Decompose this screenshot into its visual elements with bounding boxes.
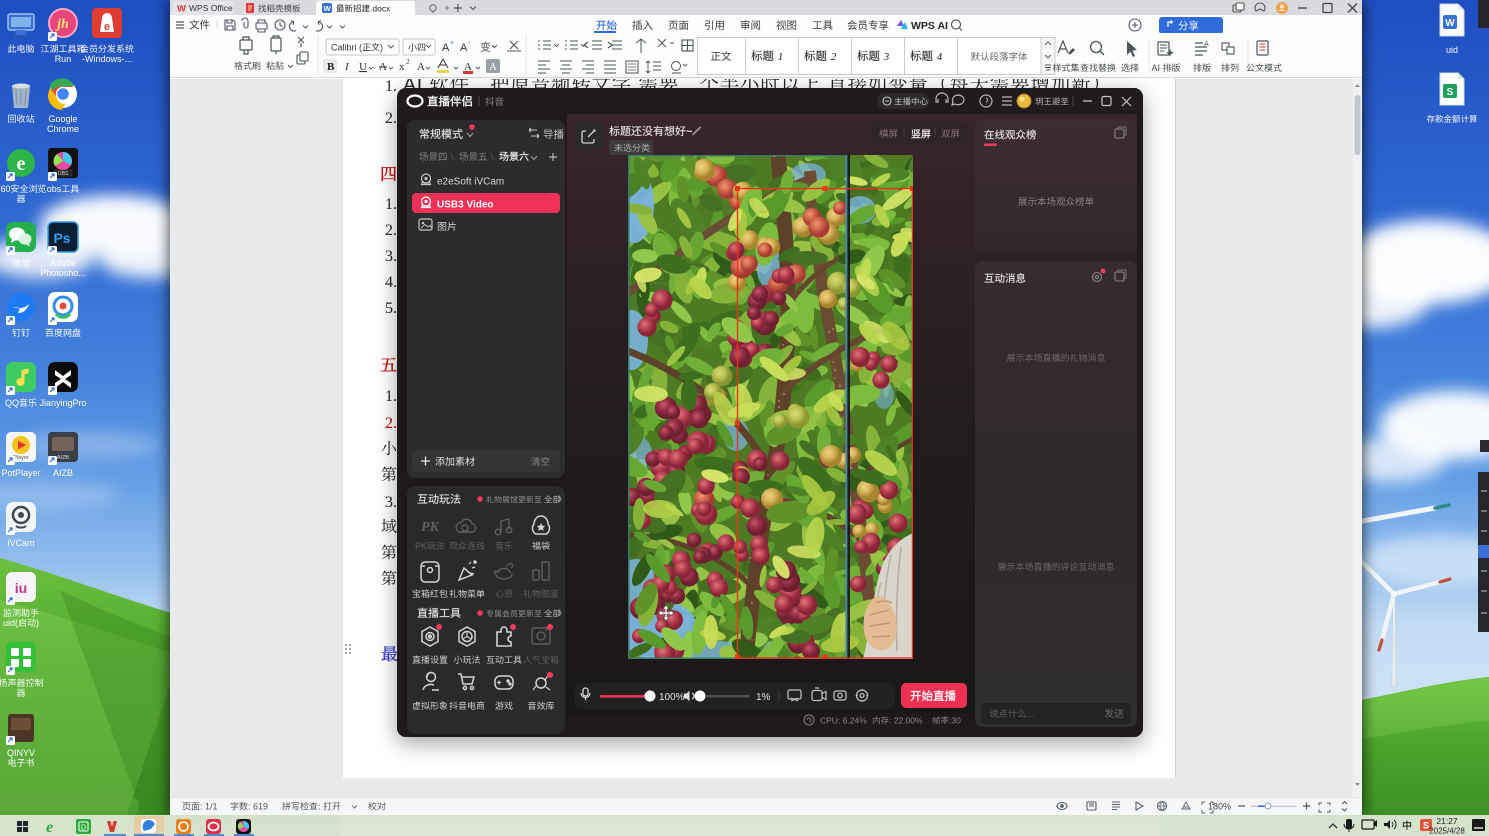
svg-text:-Windows-...: -Windows-...: [82, 54, 132, 64]
svg-text:A: A: [1204, 41, 1209, 48]
svg-text::: :: [318, 802, 323, 812]
svg-text:1: 1: [778, 51, 784, 63]
svg-text:e: e: [104, 21, 110, 33]
svg-text:uid(: uid(: [3, 618, 18, 628]
svg-text:4.: 4.: [385, 274, 397, 291]
svg-text:1.: 1.: [385, 388, 397, 405]
svg-text:A: A: [489, 61, 497, 73]
svg-text:e: e: [17, 153, 26, 175]
svg-text:360: 360: [0, 184, 11, 194]
svg-text:A: A: [442, 42, 450, 54]
svg-text:\: \: [491, 152, 494, 163]
svg-text:3.: 3.: [385, 248, 397, 265]
svg-text:obs: obs: [47, 184, 62, 194]
svg-text:2: 2: [406, 58, 410, 66]
svg-text:1.: 1.: [385, 79, 397, 95]
svg-text:A: A: [460, 42, 468, 54]
svg-text:OBS: OBS: [58, 171, 69, 177]
svg-text:iu: iu: [15, 580, 27, 596]
svg-text:Google: Google: [49, 114, 78, 124]
svg-text:Run: Run: [55, 54, 72, 64]
svg-text:AIZB: AIZB: [53, 468, 73, 478]
svg-text:D: D: [81, 825, 86, 832]
svg-text:21:27: 21:27: [1436, 816, 1458, 826]
svg-text:1%: 1%: [756, 692, 771, 703]
svg-text:W: W: [1445, 18, 1455, 29]
svg-text:USB3 Video: USB3 Video: [437, 200, 494, 211]
svg-text:e2eSoft iVCam: e2eSoft iVCam: [437, 177, 504, 188]
svg-text:PK: PK: [415, 541, 427, 551]
svg-text:WPS AI: WPS AI: [911, 20, 948, 32]
svg-text:WPS Office: WPS Office: [189, 3, 233, 13]
svg-text:AIZB: AIZB: [57, 455, 70, 461]
svg-text:+: +: [450, 40, 454, 47]
svg-text:Ps: Ps: [53, 230, 70, 246]
svg-text:PotPlayer: PotPlayer: [2, 468, 41, 478]
svg-text:3.: 3.: [385, 494, 397, 511]
svg-text:S: S: [1447, 87, 1454, 98]
svg-text:Photosho...: Photosho...: [40, 268, 86, 278]
svg-text:180%: 180%: [1208, 802, 1231, 812]
svg-text:\: \: [451, 152, 454, 163]
svg-text:jh: jh: [55, 17, 69, 32]
svg-text:: 619: : 619: [248, 802, 268, 812]
svg-text:uid: uid: [1446, 45, 1458, 55]
svg-text:W: W: [323, 4, 331, 13]
svg-text:x: x: [399, 61, 405, 73]
svg-text:QINYV: QINYV: [7, 748, 35, 758]
svg-text:2.: 2.: [385, 110, 397, 127]
svg-text:Calibri (: Calibri (: [331, 43, 362, 53]
svg-text:Player: Player: [13, 455, 29, 461]
svg-text:QQ: QQ: [5, 398, 19, 408]
svg-text:: 1/1: : 1/1: [200, 802, 218, 812]
svg-text:.docx: .docx: [370, 4, 391, 14]
svg-text:4: 4: [937, 51, 943, 63]
svg-text:e: e: [46, 819, 53, 836]
svg-text:Adobe: Adobe: [50, 258, 76, 268]
svg-text:1.: 1.: [385, 196, 397, 213]
svg-text:): ): [380, 43, 383, 53]
svg-text:~: ~: [686, 126, 693, 138]
svg-text:W: W: [177, 4, 186, 15]
svg-text:AI: AI: [1152, 63, 1163, 73]
svg-text:iVCam: iVCam: [8, 538, 35, 548]
svg-text:A: A: [379, 61, 387, 73]
svg-text:S: S: [1423, 821, 1429, 831]
svg-text:CPU: 6.24%: CPU: 6.24%: [820, 716, 867, 726]
svg-text:A: A: [417, 61, 425, 73]
svg-text:100%: 100%: [659, 692, 685, 703]
svg-text:B: B: [327, 61, 335, 73]
svg-text:5.: 5.: [385, 300, 397, 317]
svg-text:Chrome: Chrome: [47, 124, 79, 134]
svg-text:U: U: [359, 61, 367, 73]
svg-text:2.: 2.: [385, 415, 397, 432]
svg-text:): ): [36, 618, 39, 628]
svg-text:JianyingPro: JianyingPro: [40, 398, 87, 408]
svg-text:2.: 2.: [385, 222, 397, 239]
svg-text:PK: PK: [421, 520, 441, 535]
svg-text:2025/4/28: 2025/4/28: [1429, 827, 1465, 836]
svg-text:3: 3: [883, 51, 890, 63]
svg-text:: 22.00%: : 22.00%: [889, 716, 923, 726]
svg-text::30: :30: [949, 716, 961, 726]
svg-text:2: 2: [831, 51, 837, 63]
svg-text:...: ...: [1027, 709, 1035, 720]
